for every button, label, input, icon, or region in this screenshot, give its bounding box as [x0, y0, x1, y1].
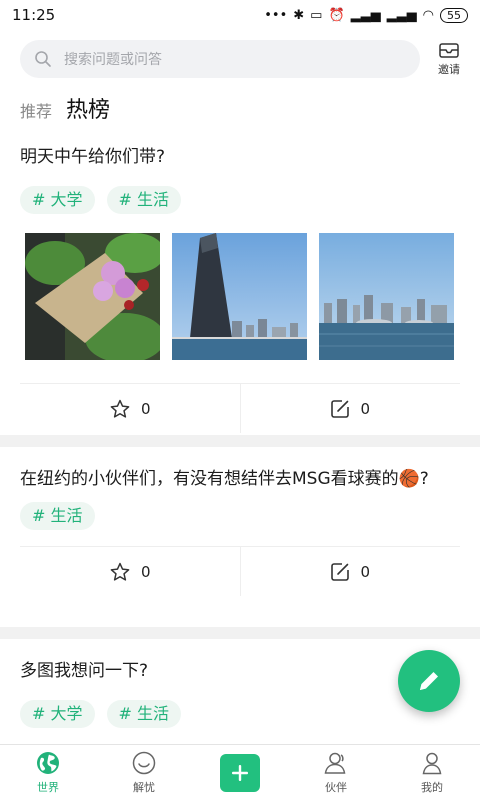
tag-chip[interactable]: # 大学 — [20, 700, 95, 728]
vibrate-icon: ▭ — [310, 7, 323, 23]
nav-label: 世界 — [37, 780, 59, 794]
inbox-icon — [439, 43, 459, 58]
tag-list: # 大学 # 生活 — [0, 186, 480, 214]
compose-button[interactable] — [398, 650, 460, 712]
like-count: 0 — [140, 399, 151, 418]
post-card[interactable]: 明天中午给你们带? # 大学 # 生活 0 0 — [0, 142, 480, 433]
post-separator — [0, 435, 480, 447]
tag-chip[interactable]: # 生活 — [20, 502, 95, 530]
post-card[interactable]: 在纽约的小伙伴们，有没有想结伴去MSG看球赛的🏀? # 生活 0 0 — [0, 464, 480, 596]
tab-recommend[interactable]: 推荐 — [20, 98, 52, 122]
add-icon — [220, 753, 260, 792]
search-row: 搜索问题或问答 邀请 — [0, 36, 480, 82]
comment-button[interactable]: 0 — [239, 384, 461, 433]
nav-me[interactable]: 我的 — [384, 745, 480, 800]
like-button[interactable]: 0 — [20, 547, 240, 596]
nav-relief[interactable]: 解忧 — [96, 745, 192, 800]
nav-label: 伙伴 — [325, 780, 347, 794]
tab-hot[interactable]: 热榜 — [66, 92, 110, 124]
nav-add[interactable] — [192, 745, 288, 800]
pencil-icon — [420, 672, 438, 690]
star-icon — [110, 399, 130, 418]
like-button[interactable]: 0 — [20, 384, 240, 433]
invite-button[interactable]: 邀请 — [438, 41, 460, 77]
edit-icon — [331, 562, 350, 581]
signal-2-icon: ▂▃▅ — [386, 7, 417, 23]
post-separator — [0, 627, 480, 639]
nav-label: 我的 — [421, 780, 443, 794]
user-icon — [422, 752, 442, 774]
tag-chip[interactable]: # 生活 — [106, 700, 181, 728]
signal-icon: ▂▃▅ — [350, 7, 381, 23]
post-title: 明天中午给你们带? — [20, 147, 166, 167]
star-icon — [110, 562, 130, 581]
post-image-tower[interactable] — [172, 233, 307, 360]
post-title: 在纽约的小伙伴们，有没有想结伴去MSG看球赛的🏀? — [20, 469, 429, 489]
nav-partners[interactable]: 伙伴 — [288, 745, 384, 800]
search-icon — [35, 51, 51, 67]
feed-tabs: 推荐 热榜 — [20, 92, 110, 124]
bluetooth-icon: ✱ — [293, 7, 305, 23]
search-placeholder: 搜索问题或问答 — [64, 52, 162, 68]
post-actions: 0 0 — [20, 383, 460, 433]
post-actions: 0 0 — [20, 546, 460, 596]
status-time: 11:25 — [12, 6, 56, 24]
status-icons: ••• ✱ ▭ ⏰ ▂▃▅ ▂▃▅ ◠ 55 — [264, 7, 468, 23]
post-image-skyline[interactable] — [319, 233, 454, 360]
bottom-nav: 世界 解忧 伙伴 我的 — [0, 744, 480, 800]
globe-icon — [37, 751, 59, 774]
alarm-icon: ⏰ — [328, 7, 345, 23]
more-icon: ••• — [264, 7, 288, 23]
tag-chip[interactable]: # 生活 — [106, 186, 181, 214]
battery-icon: 55 — [440, 7, 468, 23]
search-input[interactable]: 搜索问题或问答 — [20, 40, 420, 78]
tag-list: # 生活 — [0, 502, 480, 530]
status-bar: 11:25 ••• ✱ ▭ ⏰ ▂▃▅ ▂▃▅ ◠ 55 — [0, 0, 480, 30]
edit-icon — [331, 399, 350, 418]
people-icon — [324, 752, 346, 774]
like-count: 0 — [140, 562, 151, 581]
tag-chip[interactable]: # 大学 — [20, 186, 95, 214]
comment-count: 0 — [360, 399, 371, 418]
nav-label: 解忧 — [133, 780, 155, 794]
image-grid — [0, 233, 480, 360]
comment-count: 0 — [360, 562, 371, 581]
comment-button[interactable]: 0 — [239, 547, 461, 596]
nav-world[interactable]: 世界 — [0, 745, 96, 800]
wifi-icon: ◠ — [422, 7, 434, 23]
invite-label: 邀请 — [438, 63, 460, 76]
smile-icon — [132, 751, 156, 774]
post-image-flowers[interactable] — [25, 233, 160, 360]
